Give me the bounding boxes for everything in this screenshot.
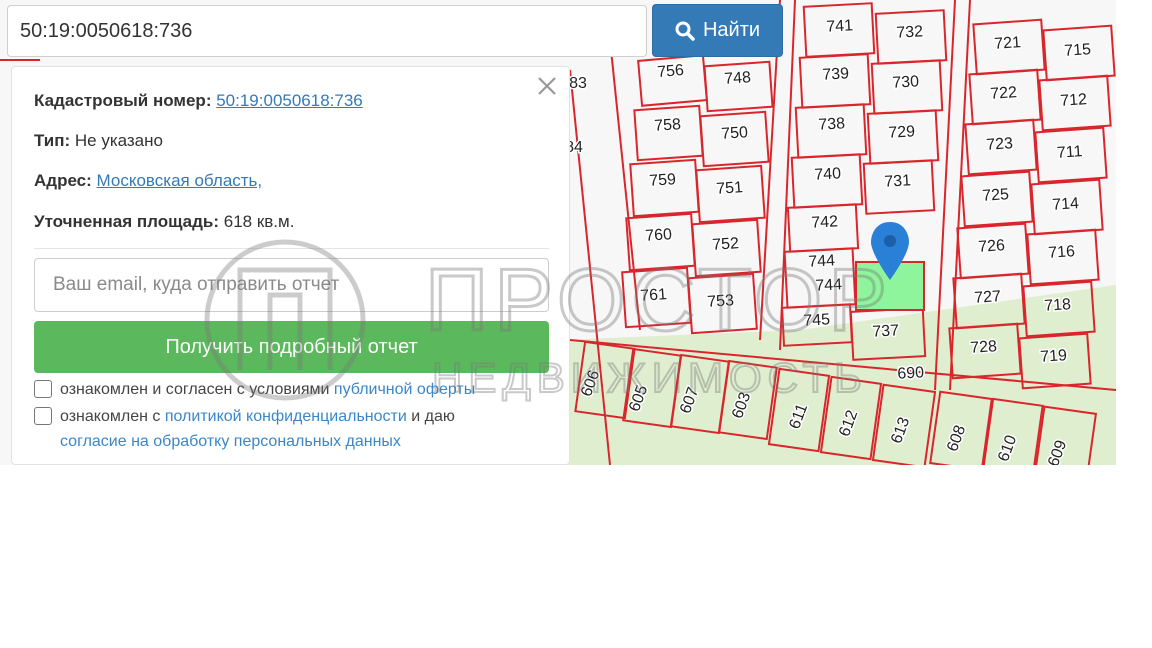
address-link[interactable]: Московская область, bbox=[97, 171, 263, 190]
parcel-label: 744 bbox=[815, 276, 843, 294]
parcel-label: 756 bbox=[657, 62, 685, 81]
parcel-label: 712 bbox=[1060, 91, 1088, 110]
parcel-label: 744 bbox=[808, 252, 836, 270]
parcel-label: 750 bbox=[721, 124, 749, 143]
privacy-consent-label: ознакомлен с bbox=[60, 408, 165, 425]
parcel-label: 748 bbox=[724, 69, 752, 88]
parcel-label: 745 bbox=[803, 311, 831, 329]
parcel-label: 753 bbox=[707, 292, 735, 311]
privacy-consent-checkbox[interactable] bbox=[34, 407, 52, 425]
parcel-label: 751 bbox=[716, 179, 744, 198]
type-value: Не указано bbox=[74, 131, 163, 150]
parcel-label: 727 bbox=[974, 288, 1002, 307]
parcel-label: 690 bbox=[897, 364, 925, 382]
parcel-label: 731 bbox=[884, 172, 912, 190]
offer-consent-label: ознакомлен и согласен с условиями bbox=[60, 381, 334, 398]
parcel-label: 760 bbox=[645, 226, 673, 245]
parcel-label: 715 bbox=[1064, 41, 1092, 60]
address-row: Адрес: Московская область, bbox=[34, 171, 262, 191]
parcel-label: 729 bbox=[888, 123, 916, 141]
offer-consent-text: ознакомлен и согласен с условиями публич… bbox=[60, 377, 475, 402]
divider bbox=[34, 248, 549, 249]
area-label: Уточненная площадь: bbox=[34, 212, 219, 231]
type-row: Тип: Не указано bbox=[34, 131, 163, 151]
personal-data-consent-link[interactable]: согласие на обработку персональных данны… bbox=[60, 433, 401, 450]
parcel-label: 758 bbox=[654, 116, 682, 135]
offer-consent-checkbox[interactable] bbox=[34, 380, 52, 398]
parcel-label: 740 bbox=[814, 165, 842, 183]
parcel-label: 739 bbox=[822, 65, 850, 83]
find-button-label: Найти bbox=[702, 19, 761, 41]
public-offer-link[interactable]: публичной оферты bbox=[334, 381, 475, 398]
address-label: Адрес: bbox=[34, 171, 92, 190]
cadastral-number-label: Кадастровый номер: bbox=[34, 91, 212, 110]
area-row: Уточненная площадь: 618 кв.м. bbox=[34, 212, 294, 232]
parcel-label: 721 bbox=[994, 34, 1022, 53]
cadastral-number-row: Кадастровый номер: 50:19:0050618:736 bbox=[34, 91, 363, 111]
find-button[interactable]: Найти bbox=[652, 4, 783, 57]
get-report-button[interactable]: Получить подробный отчет bbox=[34, 321, 549, 373]
parcel-label: 732 bbox=[896, 23, 924, 41]
parcel-label: 722 bbox=[990, 84, 1018, 103]
parcel-label: 759 bbox=[649, 171, 677, 190]
cadastral-number-link[interactable]: 50:19:0050618:736 bbox=[216, 91, 363, 110]
parcel-label: 719 bbox=[1040, 347, 1068, 366]
parcel-label: 752 bbox=[712, 235, 740, 254]
email-input[interactable] bbox=[34, 258, 549, 312]
parcel-label: 761 bbox=[640, 286, 668, 305]
parcel-label: 714 bbox=[1052, 195, 1080, 214]
parcel-label: 742 bbox=[811, 213, 839, 231]
privacy-policy-link[interactable]: политикой конфиденциальности bbox=[165, 408, 407, 425]
parcel-label: 711 bbox=[1056, 143, 1083, 162]
privacy-consent-text: ознакомлен с политикой конфиденциальност… bbox=[60, 404, 455, 429]
parcel-label: 738 bbox=[818, 115, 846, 133]
parcel-label: 728 bbox=[970, 338, 998, 357]
parcel-label: 723 bbox=[986, 135, 1014, 154]
parcel-label: 730 bbox=[892, 73, 920, 91]
parcel-label: 726 bbox=[978, 237, 1006, 256]
personal-data-consent-text: согласие на обработку персональных данны… bbox=[60, 429, 401, 454]
search-icon bbox=[675, 21, 695, 41]
parcel-label: 716 bbox=[1048, 243, 1076, 262]
privacy-consent-label-2: и даю bbox=[406, 408, 455, 425]
type-label: Тип: bbox=[34, 131, 71, 150]
parcel-label: 725 bbox=[982, 186, 1010, 205]
parcel-info-panel: Кадастровый номер: 50:19:0050618:736 Тип… bbox=[11, 66, 570, 465]
parcel-label: 737 bbox=[872, 322, 900, 340]
parcel-label: 741 bbox=[826, 17, 854, 35]
parcel-label: 718 bbox=[1044, 296, 1072, 315]
area-value: 618 кв.м. bbox=[223, 212, 295, 231]
parcel-label: 83 bbox=[569, 75, 587, 92]
close-icon[interactable] bbox=[536, 75, 558, 97]
search-input[interactable] bbox=[7, 5, 647, 57]
